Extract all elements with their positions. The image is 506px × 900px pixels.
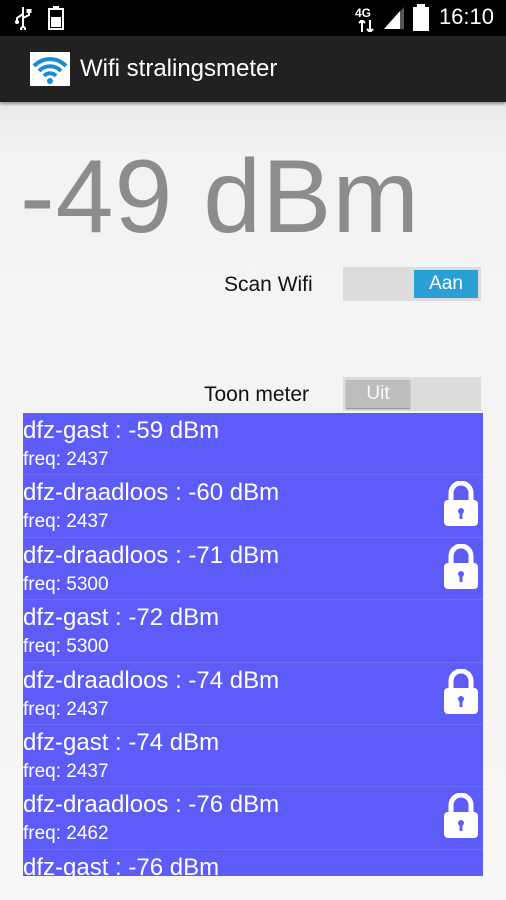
battery-icon (412, 4, 430, 37)
network-freq: freq: 2437 (23, 760, 109, 782)
status-bar: 4G 16:10 (0, 0, 506, 36)
network-freq: freq: 5300 (23, 573, 109, 595)
network-freq: freq: 2437 (23, 511, 109, 533)
usb-icon (14, 6, 32, 35)
network-ssid: dfz-gast : -72 dBm (23, 604, 220, 632)
list-item[interactable]: dfz-draadloos : -76 dBm freq: 2462 (23, 787, 483, 850)
network-list[interactable]: dfz-gast : -59 dBm freq: 2437 dfz-draadl… (23, 413, 483, 876)
network-ssid: dfz-gast : -59 dBm (23, 417, 220, 444)
lock-icon (443, 543, 479, 595)
network-ssid: dfz-gast : -74 dBm (23, 728, 220, 756)
scan-wifi-label: Scan Wifi (224, 273, 313, 296)
list-item[interactable]: dfz-draadloos : -74 dBm freq: 2437 (23, 663, 483, 725)
list-item[interactable]: dfz-draadloos : -71 dBm freq: 5300 (23, 538, 483, 601)
show-meter-label: Toon meter (204, 383, 310, 406)
network-ssid: dfz-gast : -76 dBm (23, 853, 220, 876)
show-meter-toggle[interactable]: Uit (343, 377, 481, 411)
scan-wifi-toggle[interactable]: Aan (343, 267, 481, 301)
network-freq: freq: 2462 (23, 823, 109, 845)
network-ssid: dfz-draadloos : -60 dBm (23, 479, 280, 507)
signal-reading: -49 dBm (20, 139, 421, 255)
list-item[interactable]: dfz-gast : -72 dBm freq: 5300 (23, 600, 483, 663)
signal-icon (382, 6, 406, 35)
lock-icon (443, 480, 479, 532)
app-title: Wifi stralingsmeter (80, 55, 278, 82)
list-item[interactable]: dfz-gast : -74 dBm freq: 2437 (23, 725, 483, 788)
scan-wifi-state: Aan (414, 270, 478, 298)
network-4g-icon: 4G (355, 4, 377, 32)
list-item[interactable]: dfz-gast : -59 dBm freq: 2437 (23, 413, 483, 476)
network-freq: freq: 5300 (23, 636, 109, 658)
network-freq: freq: 2437 (23, 449, 109, 470)
battery-full-icon (48, 6, 64, 35)
network-ssid: dfz-draadloos : -71 dBm (23, 541, 280, 569)
list-item[interactable]: dfz-draadloos : -60 dBm freq: 2437 (23, 475, 483, 538)
network-ssid: dfz-draadloos : -74 dBm (23, 666, 280, 694)
show-meter-state: Uit (346, 380, 410, 408)
list-item[interactable]: dfz-gast : -76 dBm (23, 850, 483, 876)
status-time: 16:10 (438, 4, 494, 29)
wifi-icon[interactable] (30, 52, 70, 86)
network-ssid: dfz-draadloos : -76 dBm (23, 791, 280, 819)
action-bar: Wifi stralingsmeter (0, 36, 506, 102)
network-freq: freq: 2437 (23, 698, 109, 720)
lock-icon (443, 668, 479, 720)
lock-icon (443, 792, 479, 844)
